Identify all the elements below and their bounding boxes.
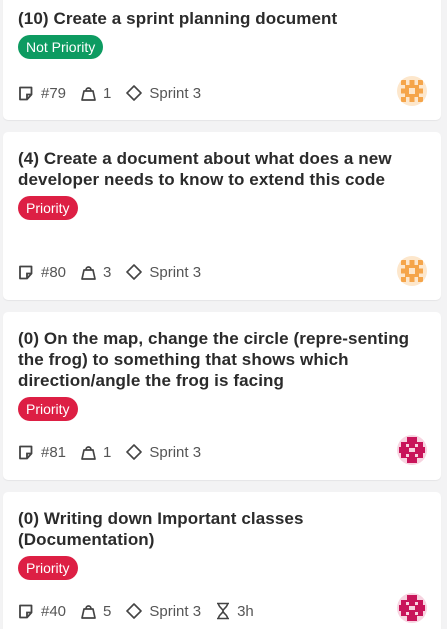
priority-badge: Priority — [18, 196, 78, 220]
time-estimate-text: 3h — [237, 602, 254, 620]
issue-icon — [19, 86, 33, 100]
priority-badge: Priority — [18, 556, 78, 580]
issue-id: #40 — [18, 603, 66, 620]
issue-card[interactable]: (0) On the map, change the circle (repre… — [3, 312, 441, 480]
issue-milestone[interactable]: Sprint 3 — [125, 602, 201, 620]
issue-milestone[interactable]: Sprint 3 — [125, 443, 201, 461]
weight-icon — [81, 86, 96, 101]
identicon-avatar — [397, 76, 427, 106]
issue-id-text: #80 — [41, 263, 67, 281]
milestone-icon — [126, 264, 143, 280]
milestone-icon — [126, 603, 143, 619]
milestone-icon — [126, 444, 143, 460]
issue-weight: 5 — [80, 603, 111, 620]
issue-time-estimate: 3h — [215, 602, 254, 620]
issue-meta: #40 5 Sprint 3 3h — [18, 599, 427, 623]
issue-meta: #81 1 Sprint 3 — [18, 440, 427, 464]
issue-card[interactable]: (0) Writing down Important classes (Docu… — [3, 492, 441, 629]
assignee-avatar[interactable] — [397, 435, 427, 465]
issue-title[interactable]: (0) Writing down Important classes (Docu… — [18, 508, 427, 550]
issue-title[interactable]: (0) On the map, change the circle (repre… — [18, 328, 427, 391]
issue-milestone[interactable]: Sprint 3 — [125, 84, 201, 102]
issue-milestone[interactable]: Sprint 3 — [125, 263, 201, 281]
issue-weight: 3 — [80, 264, 111, 281]
milestone-icon — [126, 85, 143, 101]
issue-meta: #80 3 Sprint 3 — [18, 260, 427, 284]
issue-weight: 1 — [80, 444, 111, 461]
weight-text: 1 — [103, 84, 112, 102]
weight-text: 3 — [103, 263, 112, 281]
priority-badge: Priority — [18, 397, 78, 421]
weight-text: 1 — [103, 443, 112, 461]
issue-icon — [19, 604, 33, 618]
issue-id: #79 — [18, 85, 66, 102]
identicon-avatar — [397, 435, 427, 465]
issue-id-text: #40 — [41, 602, 67, 620]
issue-card[interactable]: (10) Create a sprint planning document N… — [3, 0, 441, 120]
identicon-avatar — [397, 593, 427, 623]
weight-icon — [81, 604, 96, 619]
issue-card[interactable]: (4) Create a document about what does a … — [3, 132, 441, 300]
weight-icon — [81, 445, 96, 460]
priority-badge: Not Priority — [18, 35, 104, 59]
issue-id: #81 — [18, 444, 66, 461]
issue-title[interactable]: (4) Create a document about what does a … — [18, 148, 427, 190]
issue-title[interactable]: (10) Create a sprint planning document — [18, 8, 427, 29]
issue-icon — [19, 265, 33, 279]
issue-board-list: (10) Create a sprint planning document N… — [0, 0, 447, 629]
identicon-avatar — [397, 256, 427, 286]
assignee-avatar[interactable] — [397, 76, 427, 106]
issue-weight: 1 — [80, 85, 111, 102]
issue-icon — [19, 445, 33, 459]
issue-meta: #79 1 Sprint 3 — [18, 81, 427, 105]
milestone-text: Sprint 3 — [149, 84, 202, 102]
weight-icon — [81, 265, 96, 280]
issue-id-text: #81 — [41, 443, 67, 461]
weight-text: 5 — [103, 602, 112, 620]
milestone-text: Sprint 3 — [149, 263, 202, 281]
hourglass-icon — [217, 602, 230, 620]
milestone-text: Sprint 3 — [149, 443, 202, 461]
issue-id: #80 — [18, 264, 66, 281]
milestone-text: Sprint 3 — [149, 602, 202, 620]
assignee-avatar[interactable] — [397, 593, 427, 623]
assignee-avatar[interactable] — [397, 256, 427, 286]
issue-id-text: #79 — [41, 84, 67, 102]
